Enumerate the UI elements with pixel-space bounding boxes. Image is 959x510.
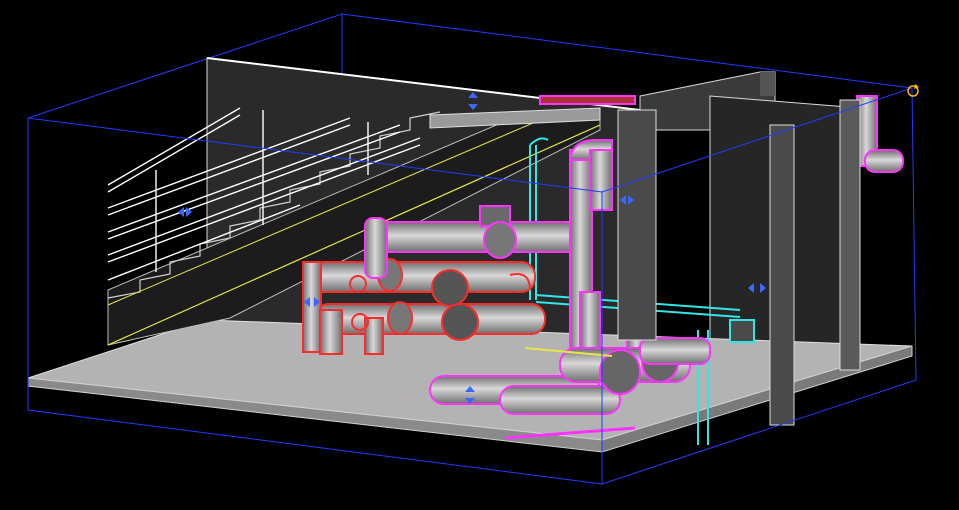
- model-view[interactable]: [0, 0, 959, 510]
- 3d-viewport[interactable]: [0, 0, 959, 510]
- rotate-icon[interactable]: [907, 84, 919, 97]
